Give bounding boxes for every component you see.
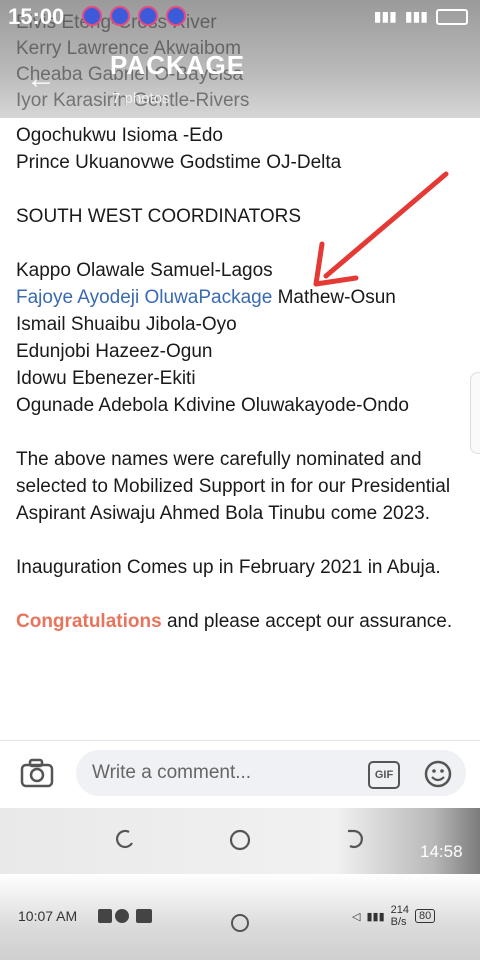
bottom-system-icons: ◁ ▮▮▮ 214 B/s 80: [352, 904, 436, 928]
comment-bar: GIF: [0, 740, 480, 809]
back-arrow-icon[interactable]: ←: [26, 62, 56, 96]
messenger-icon: [166, 6, 186, 26]
profile-link[interactable]: Fajoye Ayodeji OluwaPackage: [16, 287, 272, 308]
system-icons: ▮▮▮ ▮▮▮: [374, 8, 468, 25]
album-photo-count: 7 photos: [112, 90, 170, 107]
messenger-icon: [110, 6, 130, 26]
post-paragraph: The above names were carefully nominated…: [16, 449, 451, 524]
network-speed: 214 B/s: [390, 904, 409, 928]
gif-button[interactable]: GIF: [368, 761, 400, 789]
camera-icon[interactable]: [20, 758, 54, 788]
home-icon[interactable]: [228, 828, 252, 852]
comment-input[interactable]: [76, 750, 466, 796]
battery-icon: 80: [415, 909, 436, 923]
coordinator-line: Edunjobi Hazeez-Ogun: [16, 341, 213, 362]
coordinator-line: Ogunade Adebola Kdivine Oluwakayode-Ondo: [16, 395, 409, 416]
congratulations-text: Congratulations: [16, 611, 162, 632]
coordinator-line: Ismail Shuaibu Jibola-Oyo: [16, 314, 237, 335]
nav-time: 14:58: [420, 842, 463, 861]
notification-icons: [82, 6, 186, 26]
status-time: 15:00: [8, 4, 65, 29]
bottom-status-bar: 10:07 AM ◁ ▮▮▮ 214 B/s 80: [0, 874, 480, 960]
emoji-icon[interactable]: [423, 759, 453, 789]
closing-text: and please accept our assurance.: [161, 611, 453, 632]
back-icon[interactable]: [344, 828, 366, 850]
signal-icon: ▮▮▮: [373, 8, 397, 24]
battery-icon: [436, 8, 468, 25]
annotation-arrow-icon: [313, 171, 449, 287]
coordinator-line: Idowu Ebenezer-Ekiti: [16, 368, 196, 389]
coordinator-line: Ogochukwu Isioma -Edo: [16, 125, 223, 146]
bottom-time: 10:07 AM: [18, 908, 78, 924]
edge-panel-handle[interactable]: [470, 372, 480, 454]
signal-icon: ▮▮▮: [404, 8, 428, 24]
messenger-icon: [82, 6, 102, 26]
back-icon[interactable]: ◁: [352, 910, 360, 923]
app-notification-icons: [98, 909, 152, 923]
messenger-icon: [138, 6, 158, 26]
navigation-bar: 14:58: [0, 808, 480, 874]
recents-icon[interactable]: [114, 828, 136, 850]
album-title: PACKAGE: [110, 50, 246, 80]
post-paragraph: Congratulations and please accept our as…: [16, 608, 468, 635]
home-icon[interactable]: [229, 912, 251, 934]
top-overlay: Elvis Eteng-Cross River Kerry Lawrence A…: [0, 0, 480, 118]
post-paragraph: Inauguration Comes up in February 2021 i…: [16, 557, 441, 578]
signal-icon: ▮▮▮: [366, 910, 385, 923]
